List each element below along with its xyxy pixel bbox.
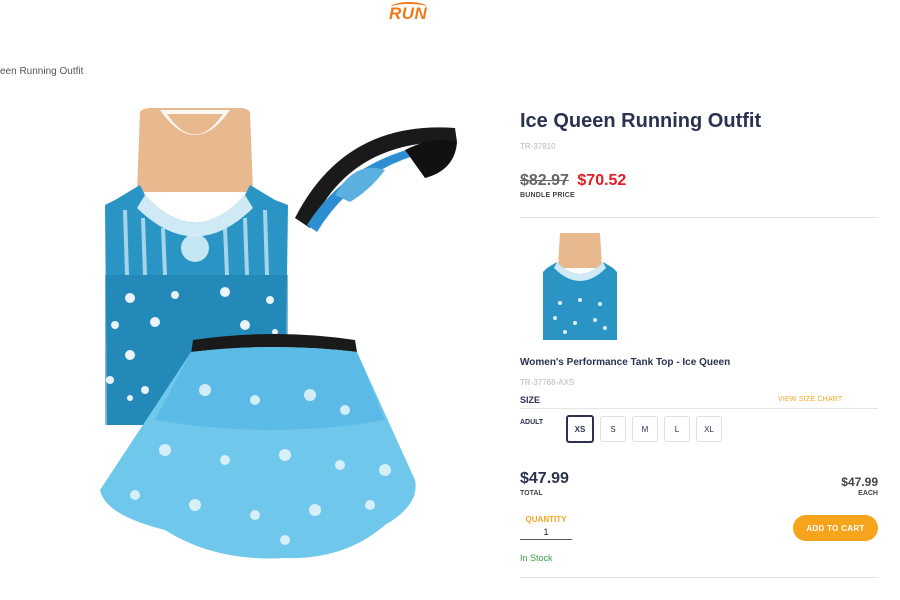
quantity-label: QUANTITY — [525, 515, 567, 524]
size-option-s[interactable]: S — [600, 416, 626, 442]
quantity-input[interactable] — [520, 525, 572, 540]
size-option-xs[interactable]: XS — [566, 415, 594, 443]
bundle-price-label: BUNDLE PRICE — [520, 192, 575, 199]
total-label: TOTAL — [520, 490, 543, 497]
size-option-l[interactable]: L — [664, 416, 690, 442]
price-row: $82.97 $70.52 — [520, 172, 626, 190]
stock-status: In Stock — [520, 553, 553, 563]
site-logo[interactable]: RUN — [385, 0, 435, 30]
size-option-m[interactable]: M — [632, 416, 658, 442]
original-price: $82.97 — [520, 172, 569, 189]
divider — [520, 217, 878, 218]
bundle-item-thumbnail[interactable] — [535, 228, 625, 346]
product-image — [85, 100, 475, 570]
logo-text: RUN — [389, 4, 428, 23]
view-size-chart-link[interactable]: VIEW SIZE CHART — [778, 396, 842, 403]
product-sku: TR-37810 — [520, 142, 556, 151]
size-divider — [520, 408, 878, 409]
size-option-xl[interactable]: XL — [696, 416, 722, 442]
outfit-illustration — [100, 108, 457, 559]
bottom-divider — [520, 577, 878, 578]
breadcrumb[interactable]: een Running Outfit — [0, 66, 83, 77]
each-price: $47.99 — [841, 475, 878, 489]
size-options: XS S M L XL — [566, 415, 722, 443]
total-price: $47.99 — [520, 470, 569, 487]
add-to-cart-button[interactable]: ADD TO CART — [793, 515, 878, 541]
size-label: SIZE — [520, 395, 541, 405]
each-label: EACH — [858, 490, 878, 497]
tank-top-image — [543, 233, 617, 340]
bundle-item-sku: TR-37768-AXS — [520, 378, 575, 387]
bundle-item-name: Women's Performance Tank Top - Ice Queen — [520, 357, 731, 368]
sale-price: $70.52 — [577, 172, 627, 189]
size-group-label: ADULT — [520, 419, 544, 426]
product-title: Ice Queen Running Outfit — [520, 110, 762, 132]
